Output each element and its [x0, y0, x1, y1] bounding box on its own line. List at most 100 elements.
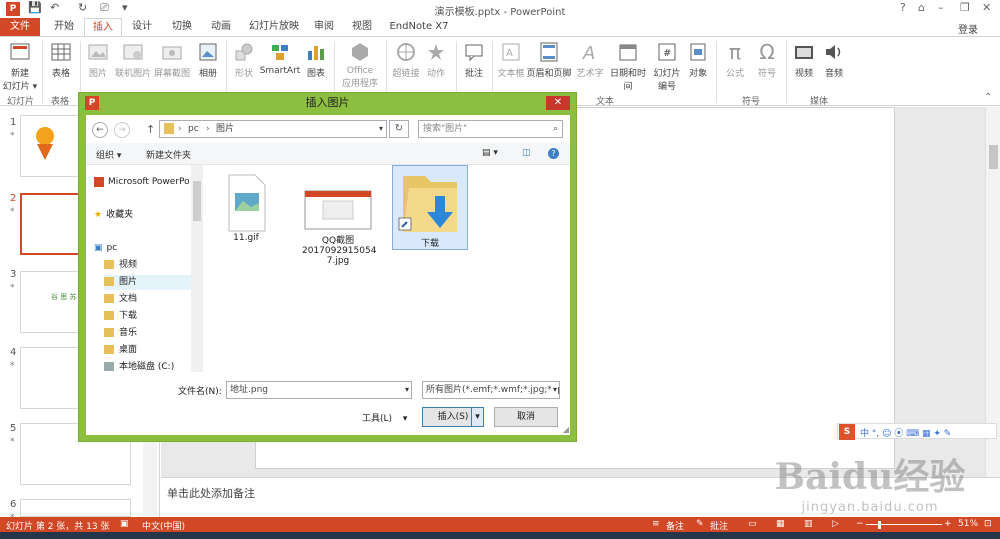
collapse-ribbon-icon[interactable]: ⌃: [984, 92, 992, 103]
scrollbar-thumb[interactable]: [193, 181, 201, 221]
nav-item-favorites[interactable]: ★ 收藏夹: [94, 208, 190, 223]
tab-file[interactable]: 文件: [0, 18, 40, 36]
filetype-select[interactable]: 所有图片(*.emf;*.wmf;*.jpg;*.jp ▾: [422, 381, 560, 399]
online-pictures-button[interactable]: 联机图片: [114, 41, 152, 79]
picture-button[interactable]: 图片: [84, 41, 112, 79]
minimize-button[interactable]: –: [938, 1, 944, 14]
action-button[interactable]: 动作: [422, 41, 450, 79]
wordart-button[interactable]: A 艺术字: [574, 41, 606, 79]
header-footer-button[interactable]: 页眉和页脚: [526, 41, 572, 79]
insert-button[interactable]: 插入(S) ▾: [422, 407, 484, 427]
cancel-button[interactable]: 取消: [494, 407, 558, 427]
filename-input[interactable]: 地址.png ▾: [226, 381, 412, 399]
zoom-level[interactable]: 51%: [958, 519, 978, 529]
tab-slideshow[interactable]: 幻灯片放映: [246, 18, 302, 36]
filetype-dropdown-icon[interactable]: ▾: [550, 382, 557, 398]
tab-design[interactable]: 设计: [124, 18, 160, 36]
hyperlink-button[interactable]: 超链接: [390, 41, 422, 79]
search-input[interactable]: 搜索"图片" ⌕: [418, 120, 563, 138]
zoom-in-button[interactable]: +: [944, 519, 952, 529]
nav-item-documents[interactable]: 文档: [104, 292, 200, 307]
view-options-icon[interactable]: ▤ ▾: [482, 148, 498, 158]
resize-grip-icon[interactable]: ◢: [563, 425, 569, 434]
help-icon[interactable]: ?: [548, 148, 559, 159]
nav-item-pc[interactable]: ▣ pc: [94, 241, 190, 256]
tab-animations[interactable]: 动画: [203, 18, 239, 36]
nav-item-local-disk[interactable]: 本地磁盘 (C:): [104, 360, 200, 372]
table-button[interactable]: 表格: [46, 41, 76, 79]
address-dropdown-icon[interactable]: ▾: [379, 121, 383, 137]
tab-transitions[interactable]: 切换: [164, 18, 200, 36]
smartart-button[interactable]: SmartArt: [258, 41, 302, 76]
nav-item-videos[interactable]: 视频: [104, 258, 200, 273]
slide-thumbnail[interactable]: [20, 499, 131, 517]
ribbon-display-icon[interactable]: ⌂: [918, 1, 925, 14]
breadcrumb-pictures[interactable]: 图片: [216, 121, 234, 137]
search-icon[interactable]: ⌕: [553, 121, 558, 137]
ime-tool-icons[interactable]: 中 °, ☺ ⦿ ⌨ ▦ ✦ ✎: [860, 426, 951, 439]
edit-scrollbar[interactable]: [985, 107, 1000, 477]
symbol-button[interactable]: Ω 符号: [752, 41, 782, 79]
shapes-button[interactable]: 形状: [230, 41, 258, 79]
date-time-button[interactable]: 日期和时间: [606, 41, 650, 92]
reading-view-icon[interactable]: ▥: [804, 519, 813, 529]
address-bar[interactable]: › pc › 图片 ▾: [159, 120, 387, 138]
notes-icon[interactable]: ≡: [652, 519, 660, 529]
nav-item-powerpoint[interactable]: Microsoft PowerPoint: [94, 175, 190, 190]
close-button[interactable]: ✕: [982, 1, 991, 14]
back-button[interactable]: ←: [92, 122, 108, 138]
nav-item-desktop[interactable]: 桌面: [104, 343, 200, 358]
breadcrumb-pc[interactable]: pc: [188, 121, 199, 137]
normal-view-icon[interactable]: ▭: [748, 519, 757, 529]
file-item-qq-screenshot[interactable]: QQ截图 2017092915054 7.jpg: [302, 173, 376, 285]
chart-button[interactable]: 图表: [302, 41, 330, 79]
spell-check-icon[interactable]: ▣: [120, 519, 129, 529]
comment-button[interactable]: 批注: [460, 41, 488, 79]
file-item-downloads-shortcut[interactable]: 下载: [392, 165, 468, 250]
forward-button[interactable]: →: [114, 122, 130, 138]
tab-insert[interactable]: 插入: [84, 18, 122, 36]
nav-scrollbar[interactable]: [191, 165, 203, 372]
slide-number-button[interactable]: # 幻灯片 编号: [652, 41, 682, 92]
equation-button[interactable]: π 公式: [720, 41, 750, 79]
screenshot-button[interactable]: 屏幕截图: [152, 41, 192, 79]
language-status[interactable]: 中文(中国): [142, 519, 185, 532]
tab-endnote[interactable]: EndNote X7: [388, 18, 450, 36]
new-folder-button[interactable]: 新建文件夹: [146, 148, 191, 161]
file-item-gif[interactable]: 11.gif: [216, 173, 276, 253]
tab-view[interactable]: 视图: [346, 18, 378, 36]
nav-item-pictures[interactable]: 图片: [104, 275, 200, 290]
notes-toggle[interactable]: 备注: [666, 519, 684, 532]
preview-pane-icon[interactable]: ◫: [522, 148, 531, 158]
slide-sorter-icon[interactable]: ▦: [776, 519, 785, 529]
audio-button[interactable]: 音频: [820, 41, 848, 79]
tools-menu[interactable]: 工具(L) ▾: [362, 411, 407, 424]
refresh-button[interactable]: ↻: [389, 120, 409, 138]
organize-button[interactable]: 组织 ▾: [96, 148, 121, 161]
nav-item-downloads[interactable]: 下载: [104, 309, 200, 324]
photo-album-button[interactable]: 相册: [194, 41, 222, 79]
sign-in-link[interactable]: 登录: [958, 21, 978, 36]
up-button[interactable]: ↑: [146, 123, 155, 136]
help-button[interactable]: ?: [900, 1, 906, 14]
new-slide-button[interactable]: 新建 幻灯片 ▾: [2, 41, 38, 92]
insert-dropdown-icon[interactable]: ▾: [471, 408, 483, 426]
ime-toolbar[interactable]: S 中 °, ☺ ⦿ ⌨ ▦ ✦ ✎: [837, 423, 997, 440]
video-button[interactable]: 视频: [790, 41, 818, 79]
comments-toggle[interactable]: 批注: [710, 519, 728, 532]
restore-button[interactable]: ❐: [960, 1, 970, 14]
sogou-ime-icon[interactable]: S: [839, 424, 855, 440]
scrollbar-thumb[interactable]: [989, 145, 998, 169]
zoom-slider-thumb[interactable]: [878, 521, 881, 529]
object-button[interactable]: 对象: [684, 41, 712, 79]
filename-dropdown-icon[interactable]: ▾: [405, 382, 409, 398]
slideshow-icon[interactable]: ▷: [832, 519, 839, 529]
textbox-button[interactable]: A 文本框: [496, 41, 526, 79]
comments-icon[interactable]: ✎: [696, 519, 704, 529]
office-apps-button[interactable]: Office 应用程序: [338, 41, 382, 89]
dialog-close-button[interactable]: ✕: [546, 96, 570, 110]
nav-item-music[interactable]: 音乐: [104, 326, 200, 341]
tab-review[interactable]: 审阅: [308, 18, 340, 36]
fit-slide-icon[interactable]: ⊡: [984, 519, 992, 529]
zoom-out-button[interactable]: −: [856, 519, 864, 529]
